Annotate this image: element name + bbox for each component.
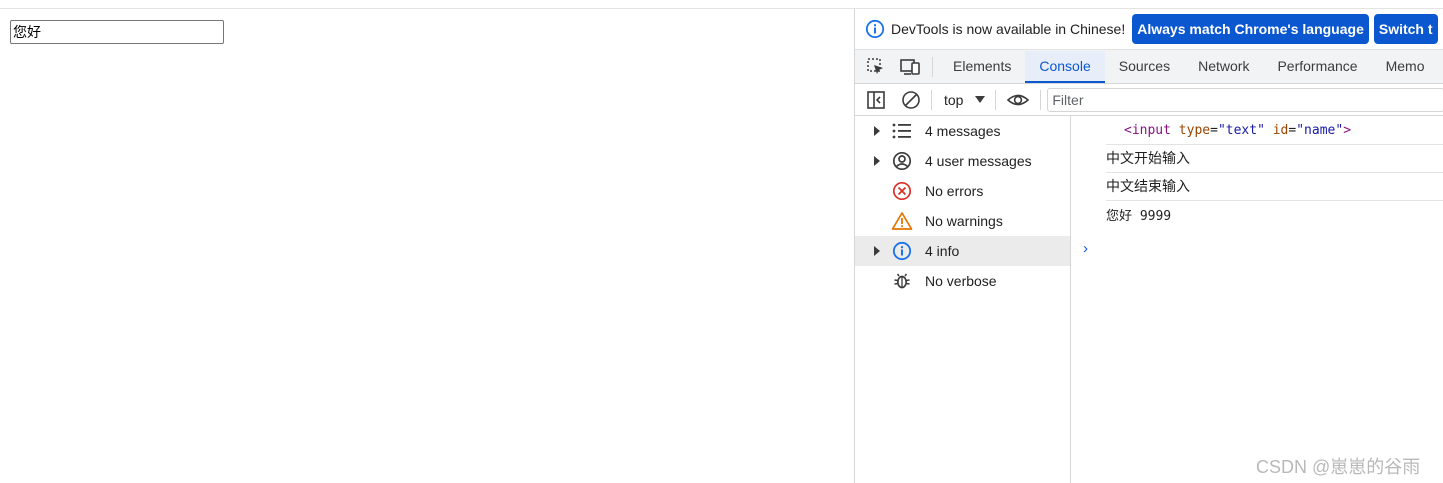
tab-memory[interactable]: Memo (1372, 51, 1439, 83)
element-attr-value: "text" (1217, 122, 1265, 138)
sidebar-item-label: No verbose (925, 273, 997, 289)
console-prompt-chevron-icon[interactable]: › (1083, 240, 1088, 257)
element-tag-close: > (1343, 122, 1352, 138)
sidebar-item-info[interactable]: 4 info (855, 236, 1070, 266)
toolbar-divider (1040, 89, 1042, 110)
live-expression-eye-icon[interactable] (1006, 90, 1030, 110)
sidebar-item-warnings[interactable]: No warnings (855, 206, 1070, 236)
expand-arrow-icon[interactable] (874, 126, 880, 136)
watermark: CSDN @崽崽的谷雨 (1256, 457, 1421, 477)
dropdown-arrow-icon (975, 96, 986, 103)
sidebar-item-label: 4 user messages (925, 153, 1032, 169)
infobar-message: DevTools is now available in Chinese! (891, 21, 1126, 37)
page-viewport (0, 9, 854, 483)
sidebar-item-user-messages[interactable]: 4 user messages (855, 146, 1070, 176)
language-infobar: DevTools is now available in Chinese! Al… (855, 9, 1443, 50)
tab-elements[interactable]: Elements (939, 51, 1025, 83)
switch-language-button[interactable]: Switch t (1373, 14, 1438, 44)
sidebar-item-label: No errors (925, 183, 984, 199)
filter-input[interactable] (1047, 87, 1443, 112)
browser-top-border (0, 0, 1443, 9)
log-message-row: 中文结束输入 (1106, 172, 1443, 201)
log-element-row[interactable]: <input type = "text" id = "name" > (1106, 116, 1443, 145)
log-message-row: 您好 9999 (1106, 208, 1172, 224)
tab-performance[interactable]: Performance (1263, 51, 1371, 83)
user-icon (891, 150, 913, 172)
sidebar-item-errors[interactable]: No errors (855, 176, 1070, 206)
name-input[interactable] (10, 20, 224, 44)
sidebar-toggle-icon[interactable] (866, 90, 886, 110)
element-attr-name: type (1178, 122, 1211, 138)
element-tag-open: <input (1124, 122, 1171, 138)
element-attr-value: "name" (1296, 122, 1344, 138)
sidebar-item-verbose[interactable]: No verbose (855, 266, 1070, 296)
toolbar-divider (932, 57, 933, 77)
console-log: <input type = "text" id = "name" > 中文开始输入 中文结… (1071, 116, 1443, 483)
sidebar-item-label: No warnings (925, 213, 1003, 229)
clear-console-icon[interactable] (901, 90, 921, 110)
console-toolbar: top (855, 84, 1443, 116)
bug-icon (891, 270, 913, 292)
warning-icon (891, 210, 913, 232)
devtools-tabbar: Elements Console Sources Network Perform… (855, 50, 1443, 84)
console-sidebar: 4 messages 4 user messages No errors No … (855, 116, 1071, 483)
list-icon (891, 120, 913, 142)
tab-console[interactable]: Console (1025, 51, 1105, 83)
error-icon (891, 180, 913, 202)
toolbar-divider (995, 89, 997, 110)
element-attr-name: id (1272, 122, 1289, 138)
expand-arrow-icon[interactable] (874, 246, 880, 256)
devtools-panel: DevTools is now available in Chinese! Al… (854, 9, 1443, 483)
context-label: top (943, 91, 964, 108)
inspect-element-icon[interactable] (864, 55, 888, 79)
sidebar-item-messages[interactable]: 4 messages (855, 116, 1070, 146)
info-icon (891, 240, 913, 262)
expand-arrow-icon[interactable] (874, 156, 880, 166)
always-match-language-button[interactable]: Always match Chrome's language (1132, 14, 1369, 44)
tab-network[interactable]: Network (1184, 51, 1263, 83)
tab-sources[interactable]: Sources (1105, 51, 1184, 83)
sidebar-item-label: 4 info (925, 243, 960, 259)
sidebar-item-label: 4 messages (925, 123, 1001, 139)
log-message-row: 中文开始输入 (1106, 144, 1443, 173)
device-toolbar-icon[interactable] (898, 55, 922, 79)
context-selector[interactable]: top (943, 91, 986, 108)
info-icon (865, 19, 885, 39)
toolbar-divider (931, 89, 932, 110)
